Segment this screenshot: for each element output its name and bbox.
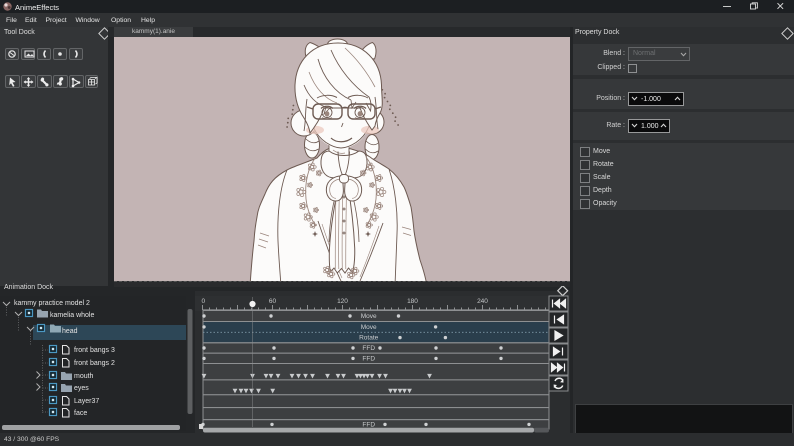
svg-text:Move: Move bbox=[361, 324, 377, 331]
svg-text:Rotate: Rotate bbox=[359, 335, 379, 342]
svg-text:240: 240 bbox=[477, 298, 488, 305]
svg-text:180: 180 bbox=[407, 298, 418, 305]
svg-text:FFD: FFD bbox=[362, 345, 375, 352]
svg-text:0: 0 bbox=[202, 298, 206, 305]
svg-text:FFD: FFD bbox=[362, 355, 375, 362]
svg-text:FFD: FFD bbox=[362, 421, 375, 428]
svg-text:Move: Move bbox=[361, 313, 377, 320]
svg-text:60: 60 bbox=[269, 298, 277, 305]
svg-text:120: 120 bbox=[337, 298, 348, 305]
